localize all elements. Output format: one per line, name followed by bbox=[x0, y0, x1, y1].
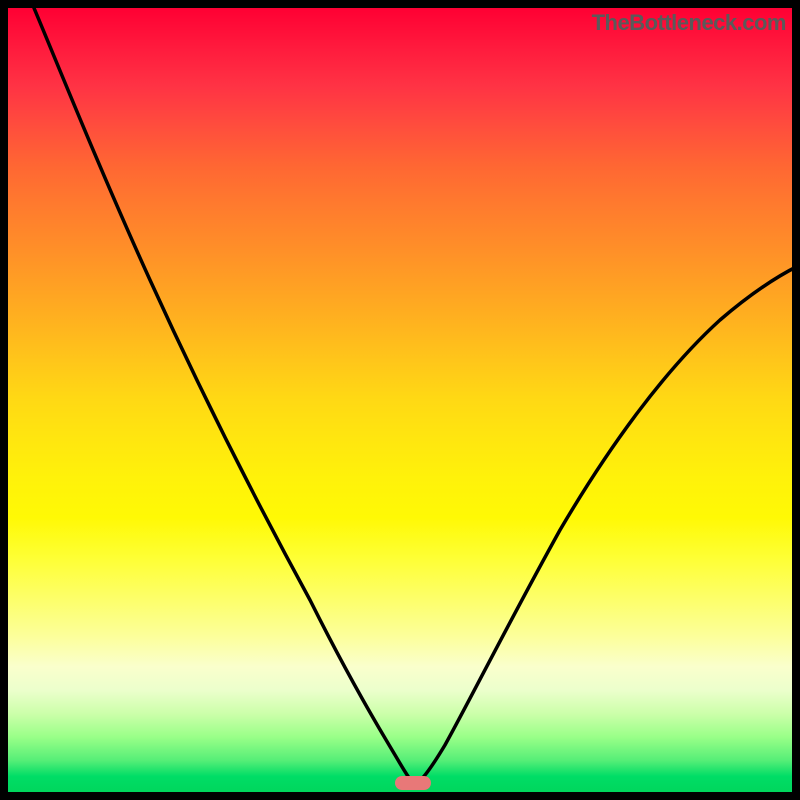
watermark-text: TheBottleneck.com bbox=[592, 10, 786, 36]
optimal-point-marker bbox=[395, 776, 431, 790]
bottleneck-curve-path bbox=[34, 8, 798, 783]
bottleneck-curve-svg bbox=[0, 0, 800, 800]
